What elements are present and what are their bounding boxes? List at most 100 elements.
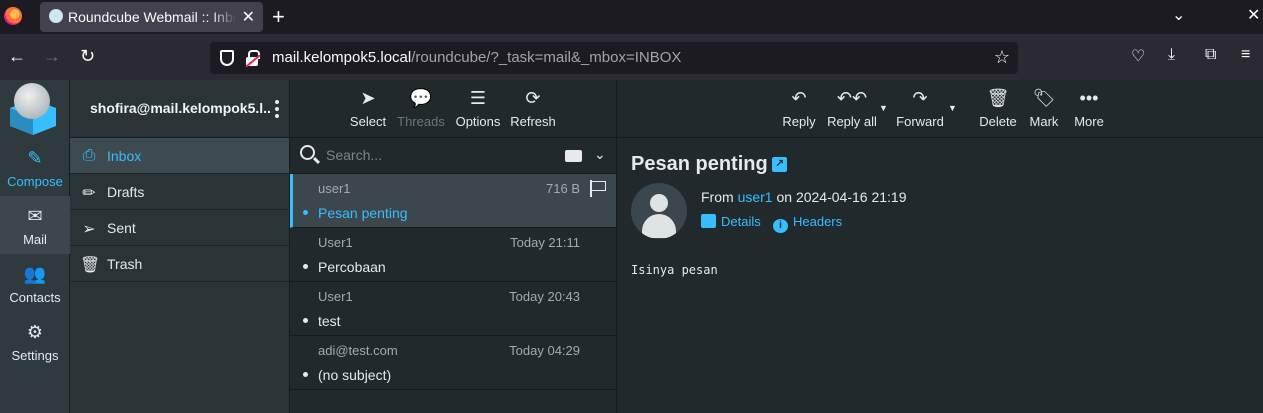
paper-plane-icon: ➢ <box>82 221 96 238</box>
browser-tab[interactable]: Roundcube Webmail :: Inbox ✕ <box>40 2 263 32</box>
message-from: user1 <box>318 181 351 196</box>
envelope-icon <box>701 214 716 228</box>
url-bar[interactable]: mail.kelompok5.local/roundcube/?_task=ma… <box>210 42 1018 74</box>
firefox-logo-icon[interactable] <box>4 7 22 25</box>
roundcube-app: ✎ Compose ✉ Mail 👥 Contacts ⚙ Settings s… <box>0 80 1263 413</box>
message-row[interactable]: adi@test.com Today 04:29 (no subject) <box>290 336 616 390</box>
nav-label: Contacts <box>9 290 61 305</box>
refresh-button[interactable]: ⟳ Refresh <box>503 88 563 129</box>
reply-icon: ↶ <box>791 88 807 108</box>
search-input[interactable] <box>326 147 526 163</box>
tracking-shield-icon[interactable] <box>220 50 234 66</box>
comments-icon: 💬 <box>409 88 433 108</box>
reply-all-button[interactable]: ↶↶ Reply all <box>822 88 882 129</box>
select-label: Select <box>349 114 387 129</box>
message-date: Today 04:29 <box>509 343 580 358</box>
message-from: adi@test.com <box>318 343 398 358</box>
back-arrow-icon[interactable]: ← <box>8 46 26 67</box>
sender-avatar <box>631 183 687 239</box>
browser-nav-bar: ← → ↻ mail.kelompok5.local/roundcube/?_t… <box>0 34 1263 80</box>
account-header: shofira@mail.kelompok5.l... <box>70 80 289 138</box>
folder-inbox[interactable]: ⎙ Inbox <box>70 138 289 174</box>
message-date-text: on 2024-04-16 21:19 <box>776 189 907 205</box>
window-close-icon[interactable]: ✕ <box>1247 5 1260 25</box>
message-row[interactable]: User1 Today 20:43 test <box>290 282 616 336</box>
trash-icon: 🗑 <box>80 257 101 274</box>
message-row[interactable]: user1 716 B Pesan penting <box>290 174 616 228</box>
message-subject: Pesan penting <box>318 205 408 221</box>
message-preview-panel: ↶ Reply ↶↶ Reply all ▼ ↷ Forward ▼ 🗑 Del… <box>617 80 1263 413</box>
browser-tab-bar: Roundcube Webmail :: Inbox ✕ + ⌄ ✕ <box>0 0 1263 34</box>
inbox-icon: ⎙ <box>82 147 96 164</box>
new-tab-button[interactable]: + <box>272 4 285 30</box>
threads-label: Threads <box>397 114 445 129</box>
folder-sent[interactable]: ➢ Sent <box>70 210 289 246</box>
users-icon: 👥 <box>23 264 47 284</box>
compose-icon: ✎ <box>27 148 43 168</box>
forward-button[interactable]: ↷ Forward <box>890 88 950 129</box>
envelope-filter-icon[interactable] <box>565 150 582 162</box>
from-line: From user1 on 2024-04-16 21:19 <box>701 189 906 205</box>
tab-close-icon[interactable]: ✕ <box>242 7 255 27</box>
folder-trash[interactable]: 🗑 Trash <box>70 246 289 282</box>
reply-all-icon: ↶↶ <box>836 88 868 108</box>
folder-drafts[interactable]: ✏ Drafts <box>70 174 289 210</box>
forward-label: Forward <box>896 114 944 129</box>
message-subject: (no subject) <box>318 367 392 383</box>
reply-all-dropdown-icon[interactable]: ▼ <box>879 103 888 113</box>
roundcube-logo[interactable] <box>6 83 58 135</box>
pencil-icon: ✏ <box>82 185 96 202</box>
forward-arrow-icon[interactable]: → <box>43 46 61 67</box>
search-bar: ⌄ <box>290 138 616 174</box>
more-button[interactable]: ••• More <box>1059 88 1119 129</box>
options-button[interactable]: ☰ Options <box>448 88 508 129</box>
search-icon[interactable] <box>300 145 315 160</box>
folder-label: Drafts <box>107 184 145 200</box>
download-icon[interactable]: ⤓ <box>1168 46 1175 64</box>
account-menu-kebab-icon[interactable] <box>275 100 279 121</box>
nav-mail[interactable]: ✉ Mail <box>0 196 70 254</box>
headers-label: Headers <box>793 214 843 229</box>
account-email: shofira@mail.kelompok5.l... <box>90 100 270 116</box>
message-subject: test <box>318 313 341 329</box>
insecure-lock-icon[interactable] <box>245 50 261 68</box>
select-button[interactable]: ➤ Select <box>338 88 398 129</box>
reply-button[interactable]: ↶ Reply <box>769 88 829 129</box>
tab-list-chevron-icon[interactable]: ⌄ <box>1172 5 1185 25</box>
message-list-panel: ➤ Select 💬 Threads ☰ Options ⟳ Refresh ⌄ <box>290 80 617 413</box>
unread-dot-icon <box>303 264 308 269</box>
nav-label: Compose <box>7 174 63 189</box>
list-toolbar: ➤ Select 💬 Threads ☰ Options ⟳ Refresh <box>290 80 616 138</box>
nav-label: Settings <box>11 348 59 363</box>
main-navigation: ✎ Compose ✉ Mail 👥 Contacts ⚙ Settings <box>0 80 70 413</box>
unread-dot-icon <box>303 318 308 323</box>
menu-hamburger-icon[interactable]: ≡ <box>1241 46 1250 64</box>
headers-link[interactable]: i Headers <box>773 214 842 233</box>
nav-label: Mail <box>23 232 47 247</box>
nav-compose[interactable]: ✎ Compose <box>0 138 70 196</box>
folder-panel: shofira@mail.kelompok5.l... ⎙ Inbox ✏ Dr… <box>70 80 290 413</box>
chevron-down-icon[interactable]: ⌄ <box>594 146 606 163</box>
threads-button[interactable]: 💬 Threads <box>391 88 451 129</box>
roundcube-favicon-icon <box>49 9 63 23</box>
bookmark-star-icon[interactable]: ☆ <box>994 47 1010 68</box>
message-date: Today 20:43 <box>509 289 580 304</box>
message-from: User1 <box>318 235 353 250</box>
open-external-icon[interactable]: ↗ <box>772 157 787 172</box>
sender-link[interactable]: user1 <box>738 189 773 205</box>
url-text[interactable]: mail.kelompok5.local/roundcube/?_task=ma… <box>272 49 681 66</box>
nav-contacts[interactable]: 👥 Contacts <box>0 254 70 312</box>
preview-toolbar: ↶ Reply ↶↶ Reply all ▼ ↷ Forward ▼ 🗑 Del… <box>617 80 1263 138</box>
extensions-icon[interactable]: ⧉ <box>1205 46 1216 64</box>
flag-icon[interactable] <box>590 180 606 197</box>
message-row[interactable]: User1 Today 21:11 Percobaan <box>290 228 616 282</box>
message-from: User1 <box>318 289 353 304</box>
message-subject-heading: Pesan penting <box>631 153 768 175</box>
details-link[interactable]: Details <box>701 214 761 229</box>
pocket-icon[interactable]: ♡ <box>1131 46 1145 66</box>
reload-icon[interactable]: ↻ <box>80 46 95 67</box>
forward-dropdown-icon[interactable]: ▼ <box>948 103 957 113</box>
folder-label: Sent <box>107 220 136 236</box>
message-body: Isinya pesan <box>631 263 718 277</box>
nav-settings[interactable]: ⚙ Settings <box>0 312 70 370</box>
